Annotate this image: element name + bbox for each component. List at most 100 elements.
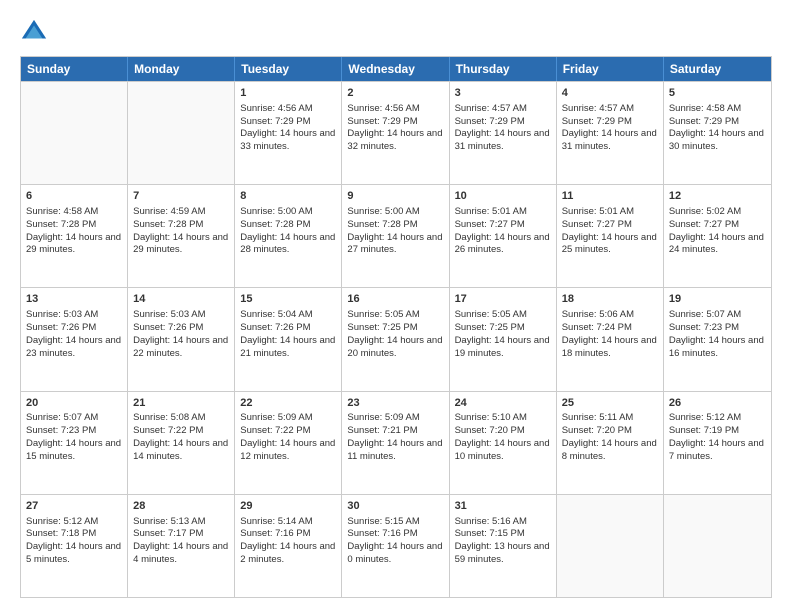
calendar: SundayMondayTuesdayWednesdayThursdayFrid… [20, 56, 772, 598]
calendar-header-day: Saturday [664, 57, 771, 81]
calendar-cell: 18Sunrise: 5:06 AMSunset: 7:24 PMDayligh… [557, 288, 664, 390]
sunrise-text: Sunrise: 5:00 AM [347, 206, 419, 217]
daylight-text: Daylight: 14 hours and 29 minutes. [26, 232, 121, 256]
sunset-text: Sunset: 7:28 PM [26, 219, 96, 230]
calendar-cell: 4Sunrise: 4:57 AMSunset: 7:29 PMDaylight… [557, 82, 664, 184]
sunrise-text: Sunrise: 4:59 AM [133, 206, 205, 217]
sunrise-text: Sunrise: 4:57 AM [562, 103, 634, 114]
calendar-cell [128, 82, 235, 184]
calendar-cell: 30 Sunrise: 5:15 AMSunset: 7:16 PM Dayligh… [342, 495, 449, 597]
daylight-text: Daylight: 14 hours and 25 minutes. [562, 232, 657, 256]
sunrise-text: Sunrise: 5:13 AM [133, 516, 205, 527]
daylight-text: Daylight: 14 hours and 29 minutes. [133, 232, 228, 256]
calendar-cell: 31Sunrise: 5:16 AMSunset: 7:15 PMDayligh… [450, 495, 557, 597]
sunset-text: Sunset: 7:27 PM [562, 219, 632, 230]
sunset-text: Sunset: 7:22 PM [133, 425, 203, 436]
day-number: 27 [26, 499, 122, 514]
calendar-cell: 16Sunrise: 5:05 AMSunset: 7:25 PMDayligh… [342, 288, 449, 390]
sunset-text: Sunset: 7:23 PM [26, 425, 96, 436]
daylight-text: Daylight: 14 hours and 21 minutes. [240, 335, 335, 359]
calendar-cell: 11 Sunrise: 5:01 AM Sunset: 7:27 PM Dayligh… [557, 185, 664, 287]
day-number: 20 [26, 396, 122, 411]
daylight-text: Daylight: 14 hours and 18 minutes. [562, 335, 657, 359]
sunrise-text: Sunrise: 5:12 AM [26, 516, 98, 527]
daylight-text: Daylight: 14 hours and 0 minutes. [347, 541, 442, 565]
sunset-text: Sunset: 7:16 PM [347, 528, 417, 539]
calendar-cell: 29Sunrise: 5:14 AMSunset: 7:16 PMDayligh… [235, 495, 342, 597]
day-number: 1 [240, 86, 336, 101]
sunset-text: Sunset: 7:18 PM [26, 528, 96, 539]
sunrise-text: Sunrise: 5:09 AM [347, 412, 419, 423]
daylight-text: Daylight: 14 hours and 15 minutes. [26, 438, 121, 462]
daylight-text: Daylight: 14 hours and 31 minutes. [562, 128, 657, 152]
daylight-text: Daylight: 14 hours and 30 minutes. [669, 128, 764, 152]
daylight-text: Daylight: 14 hours and 23 minutes. [26, 335, 121, 359]
day-number: 6 [26, 189, 122, 204]
sunrise-text: Sunrise: 5:04 AM [240, 309, 312, 320]
calendar-cell: 19Sunrise: 5:07 AMSunset: 7:23 PMDayligh… [664, 288, 771, 390]
calendar-cell: 3Sunrise: 4:57 AMSunset: 7:29 PMDaylight… [450, 82, 557, 184]
sunrise-text: Sunrise: 5:12 AM [669, 412, 741, 423]
sunrise-text: Sunrise: 4:56 AM [240, 103, 312, 114]
calendar-cell: 20Sunrise: 5:07 AM Sunset: 7:23 PM Dayligh… [21, 392, 128, 494]
day-number: 14 [133, 292, 229, 307]
calendar-row: 20Sunrise: 5:07 AM Sunset: 7:23 PM Dayligh… [21, 391, 771, 494]
sunrise-text: Sunrise: 4:58 AM [26, 206, 98, 217]
sunset-text: Sunset: 7:25 PM [347, 322, 417, 333]
calendar-cell: 22Sunrise: 5:09 AMSunset: 7:22 PMDayligh… [235, 392, 342, 494]
sunrise-text: Sunrise: 5:05 AM [455, 309, 527, 320]
sunrise-text: Sunrise: 5:00 AM [240, 206, 312, 217]
sunset-text: Sunset: 7:28 PM [347, 219, 417, 230]
calendar-cell: 1Sunrise: 4:56 AMSunset: 7:29 PMDaylight… [235, 82, 342, 184]
calendar-cell [21, 82, 128, 184]
sunrise-text: Sunrise: 4:58 AM [669, 103, 741, 114]
day-number: 18 [562, 292, 658, 307]
daylight-text: Daylight: 14 hours and 7 minutes. [669, 438, 764, 462]
calendar-cell: 24Sunrise: 5:10 AMSunset: 7:20 PMDayligh… [450, 392, 557, 494]
sunset-text: Sunset: 7:17 PM [133, 528, 203, 539]
sunset-text: Sunset: 7:20 PM [562, 425, 632, 436]
daylight-text: Daylight: 14 hours and 4 minutes. [133, 541, 228, 565]
sunset-text: Sunset: 7:27 PM [455, 219, 525, 230]
page: SundayMondayTuesdayWednesdayThursdayFrid… [0, 0, 792, 612]
sunrise-text: Sunrise: 5:01 AM [562, 206, 634, 217]
sunset-text: Sunset: 7:25 PM [455, 322, 525, 333]
sunset-text: Sunset: 7:20 PM [455, 425, 525, 436]
day-number: 19 [669, 292, 766, 307]
calendar-cell: 25Sunrise: 5:11 AMSunset: 7:20 PMDayligh… [557, 392, 664, 494]
day-number: 22 [240, 396, 336, 411]
sunrise-text: Sunrise: 5:11 AM [562, 412, 634, 423]
sunrise-text: Sunrise: 5:07 AM [669, 309, 741, 320]
sunset-text: Sunset: 7:29 PM [347, 116, 417, 127]
daylight-text: Daylight: 14 hours and 28 minutes. [240, 232, 335, 256]
calendar-cell: 17Sunrise: 5:05 AMSunset: 7:25 PMDayligh… [450, 288, 557, 390]
calendar-header-day: Monday [128, 57, 235, 81]
calendar-cell: 27 Sunrise: 5:12 AMSunset: 7:18 PM Dayligh… [21, 495, 128, 597]
calendar-cell: 8Sunrise: 5:00 AMSunset: 7:28 PMDaylight… [235, 185, 342, 287]
day-number: 3 [455, 86, 551, 101]
day-number: 12 [669, 189, 766, 204]
calendar-header-day: Sunday [21, 57, 128, 81]
day-number: 28 [133, 499, 229, 514]
sunset-text: Sunset: 7:26 PM [240, 322, 310, 333]
calendar-cell [557, 495, 664, 597]
calendar-cell: 26Sunrise: 5:12 AMSunset: 7:19 PMDayligh… [664, 392, 771, 494]
day-number: 17 [455, 292, 551, 307]
sunset-text: Sunset: 7:21 PM [347, 425, 417, 436]
sunset-text: Sunset: 7:27 PM [669, 219, 739, 230]
sunset-text: Sunset: 7:23 PM [669, 322, 739, 333]
sunrise-text: Sunrise: 5:15 AM [347, 516, 419, 527]
day-number: 16 [347, 292, 443, 307]
day-number: 30 [347, 499, 443, 514]
calendar-cell: 6 Sunrise: 4:58 AM Sunset: 7:28 PM Daylight… [21, 185, 128, 287]
sunrise-text: Sunrise: 5:09 AM [240, 412, 312, 423]
sunset-text: Sunset: 7:28 PM [133, 219, 203, 230]
sunrise-text: Sunrise: 5:14 AM [240, 516, 312, 527]
sunrise-text: Sunrise: 5:16 AM [455, 516, 527, 527]
daylight-text: Daylight: 14 hours and 5 minutes. [26, 541, 121, 565]
daylight-text: Daylight: 13 hours and 59 minutes. [455, 541, 550, 565]
calendar-cell: 10Sunrise: 5:01 AMSunset: 7:27 PMDayligh… [450, 185, 557, 287]
day-number: 11 [562, 189, 658, 204]
sunrise-text: Sunrise: 5:07 AM [26, 412, 98, 423]
day-number: 2 [347, 86, 443, 101]
